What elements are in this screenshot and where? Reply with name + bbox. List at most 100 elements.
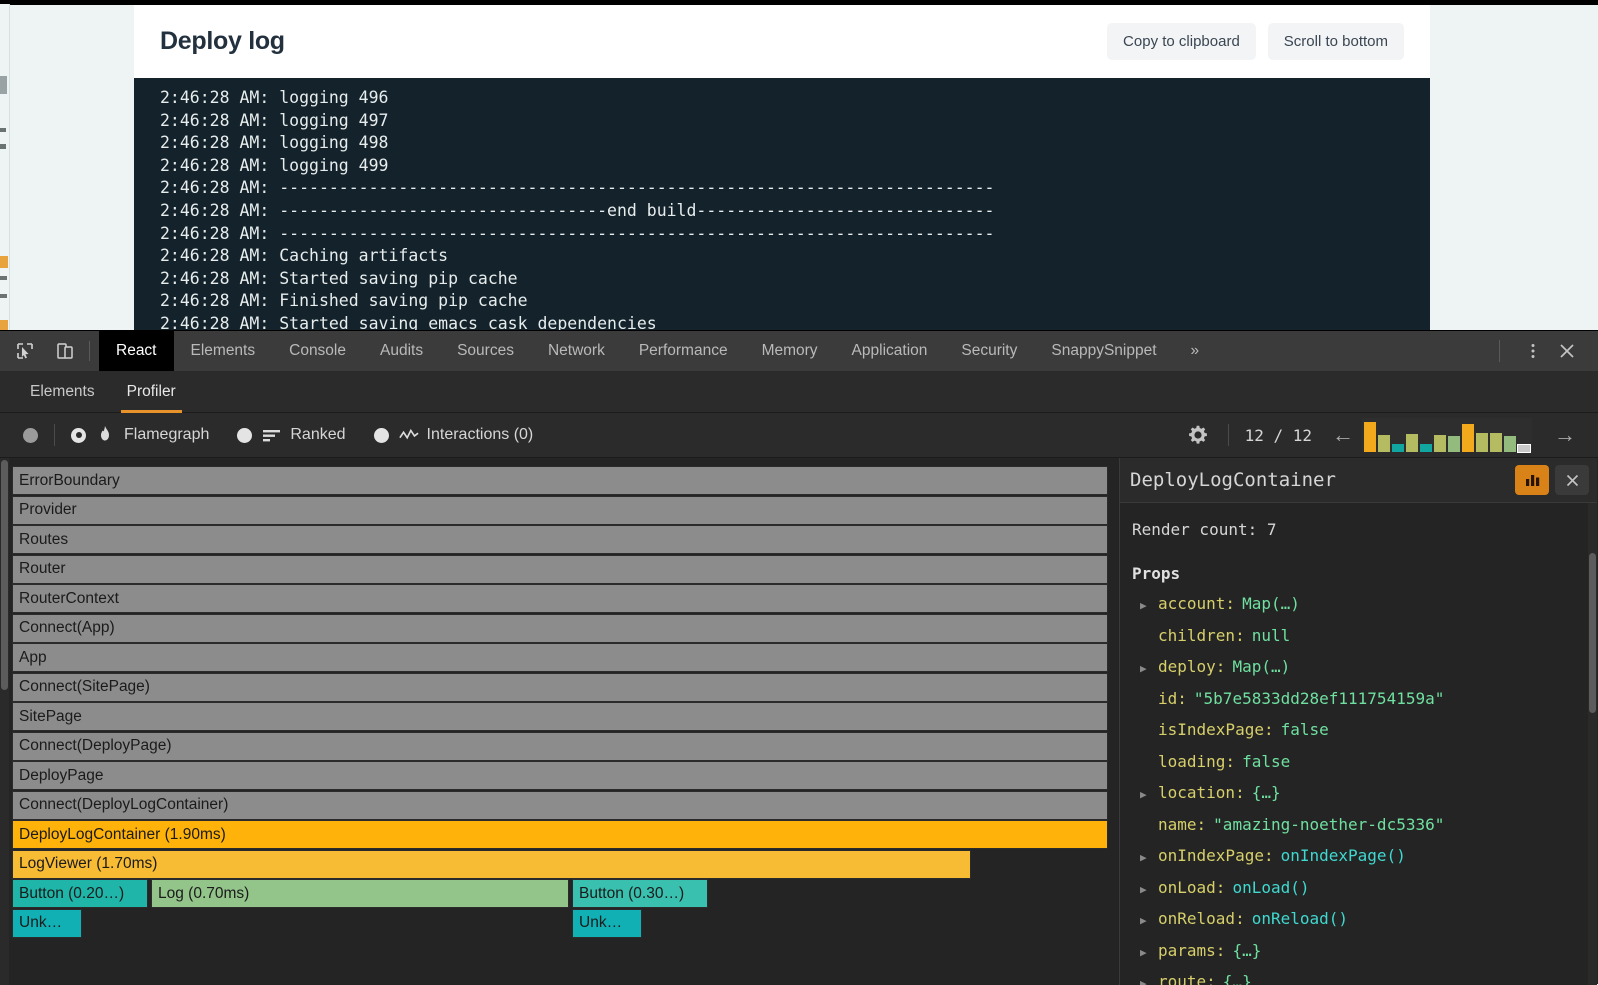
scroll-to-bottom-button[interactable]: Scroll to bottom bbox=[1268, 23, 1404, 60]
details-close-button[interactable] bbox=[1555, 465, 1589, 495]
devtools-tab-react[interactable]: React bbox=[99, 331, 174, 371]
next-snapshot-button[interactable]: → bbox=[1546, 424, 1584, 446]
flamegraph-node[interactable]: DeployPage bbox=[12, 761, 1108, 790]
chevron-right-icon[interactable]: ▶ bbox=[1140, 843, 1158, 873]
prop-key: location: bbox=[1158, 778, 1245, 808]
prop-row[interactable]: ▶location:{…} bbox=[1132, 778, 1597, 810]
page-title: Deploy log bbox=[160, 27, 285, 56]
snapshot-bar-11[interactable] bbox=[1504, 436, 1516, 452]
chevron-right-icon[interactable]: ▶ bbox=[1140, 875, 1158, 905]
mode-ranked[interactable]: Ranked bbox=[237, 426, 373, 444]
prop-row[interactable]: ▶account:Map(…) bbox=[1132, 589, 1597, 621]
devtools-tab-elements[interactable]: Elements bbox=[174, 331, 273, 371]
devtools-tab-memory[interactable]: Memory bbox=[745, 331, 835, 371]
prop-row[interactable]: ▶loading:false bbox=[1132, 747, 1597, 779]
react-tab-profiler[interactable]: Profiler bbox=[111, 373, 192, 412]
snapshot-bar-9[interactable] bbox=[1476, 433, 1488, 452]
device-toolbar-icon[interactable] bbox=[50, 336, 80, 366]
flamegraph-radio[interactable] bbox=[71, 428, 86, 443]
profiler-toolbar-right: 12 / 12 ← → bbox=[1184, 418, 1598, 452]
prop-row[interactable]: ▶deploy:Map(…) bbox=[1132, 652, 1597, 684]
tabbar-divider-right bbox=[1499, 340, 1500, 362]
prop-value: onIndexPage() bbox=[1281, 841, 1406, 871]
flamegraph-node[interactable]: Connect(App) bbox=[12, 614, 1108, 643]
close-devtools-icon[interactable] bbox=[1552, 336, 1582, 366]
prop-row[interactable]: ▶params:{…} bbox=[1132, 936, 1597, 968]
devtools-tab-snappysnippet[interactable]: SnappySnippet bbox=[1034, 331, 1173, 371]
prop-key: onIndexPage: bbox=[1158, 841, 1274, 871]
details-scrollbar[interactable] bbox=[1588, 503, 1597, 985]
inspect-element-icon[interactable] bbox=[10, 336, 40, 366]
prop-row[interactable]: ▶onIndexPage:onIndexPage() bbox=[1132, 841, 1597, 873]
record-button[interactable] bbox=[23, 428, 38, 443]
mode-interactions[interactable]: Interactions (0) bbox=[374, 426, 562, 444]
chevron-right-icon[interactable]: ▶ bbox=[1140, 906, 1158, 936]
flamegraph-node[interactable]: Connect(DeployPage) bbox=[12, 732, 1108, 761]
prop-row[interactable]: ▶children:null bbox=[1132, 621, 1597, 653]
prop-row[interactable]: ▶id:"5b7e5833dd28ef111754159a" bbox=[1132, 684, 1597, 716]
flamegraph-node[interactable]: Router bbox=[12, 555, 1108, 584]
props-heading: Props bbox=[1132, 559, 1597, 589]
devtools-tab-application[interactable]: Application bbox=[835, 331, 945, 371]
flamegraph-node[interactable]: ErrorBoundary bbox=[12, 466, 1108, 495]
snapshot-bar-4[interactable] bbox=[1406, 434, 1418, 452]
snapshot-bar-5[interactable] bbox=[1420, 444, 1432, 452]
chevron-right-icon[interactable]: ▶ bbox=[1140, 591, 1158, 621]
settings-gear-button[interactable] bbox=[1184, 421, 1212, 449]
devtools-tab-audits[interactable]: Audits bbox=[363, 331, 440, 371]
prev-snapshot-button[interactable]: ← bbox=[1324, 424, 1362, 446]
flamegraph-node[interactable]: RouterContext bbox=[12, 584, 1108, 613]
flamegraph-node[interactable]: Connect(SitePage) bbox=[12, 673, 1108, 702]
prop-row[interactable]: ▶onLoad:onLoad() bbox=[1132, 873, 1597, 905]
flamegraph-node[interactable]: Unk… bbox=[572, 909, 642, 938]
snapshot-bar-chart[interactable] bbox=[1362, 418, 1532, 452]
snapshot-bar-7[interactable] bbox=[1448, 436, 1460, 452]
chevron-right-icon[interactable]: ▶ bbox=[1140, 780, 1158, 810]
deploy-log-console[interactable]: 2:46:28 AM: logging 4962:46:28 AM: loggi… bbox=[134, 78, 1430, 330]
snapshot-bar-2[interactable] bbox=[1378, 435, 1390, 452]
selected-component-name: DeployLogContainer bbox=[1130, 469, 1336, 491]
prop-row[interactable]: ▶onReload:onReload() bbox=[1132, 904, 1597, 936]
flamegraph-node[interactable]: LogViewer (1.70ms) bbox=[12, 850, 971, 879]
chevron-right-icon[interactable]: ▶ bbox=[1140, 938, 1158, 968]
flamegraph-node[interactable]: Log (0.70ms) bbox=[151, 879, 569, 908]
chevron-right-icon[interactable]: ▶ bbox=[1140, 969, 1158, 985]
flamegraph-node[interactable]: DeployLogContainer (1.90ms) bbox=[12, 820, 1108, 849]
flamegraph-pane[interactable]: ErrorBoundaryProviderRoutesRouterRouterC… bbox=[0, 458, 1120, 985]
details-scrollbar-thumb[interactable] bbox=[1589, 553, 1596, 713]
react-tab-elements[interactable]: Elements bbox=[14, 373, 111, 412]
flamegraph-node[interactable]: Unk… bbox=[12, 909, 82, 938]
snapshot-bar-1[interactable] bbox=[1364, 422, 1376, 452]
flamegraph-node[interactable]: App bbox=[12, 643, 1108, 672]
devtools-tab-console[interactable]: Console bbox=[272, 331, 363, 371]
prop-row[interactable]: ▶route:{…} bbox=[1132, 967, 1597, 985]
devtools-tab-network[interactable]: Network bbox=[531, 331, 622, 371]
snapshot-bar-12[interactable] bbox=[1518, 445, 1530, 452]
flamegraph-node[interactable]: Button (0.20…) bbox=[12, 879, 148, 908]
flamegraph-scrollbar[interactable] bbox=[0, 458, 9, 985]
flamegraph-node[interactable]: Provider bbox=[12, 496, 1108, 525]
devtools-tab-security[interactable]: Security bbox=[944, 331, 1034, 371]
chevron-right-icon[interactable]: ▶ bbox=[1140, 654, 1158, 684]
prop-row[interactable]: ▶isIndexPage:false bbox=[1132, 715, 1597, 747]
component-chart-toggle-button[interactable] bbox=[1515, 465, 1549, 495]
sidebar-fleck bbox=[0, 76, 7, 94]
prop-row[interactable]: ▶name:"amazing-noether-dc5336" bbox=[1132, 810, 1597, 842]
flamegraph-node[interactable]: Connect(DeployLogContainer) bbox=[12, 791, 1108, 820]
flamegraph-node[interactable]: Routes bbox=[12, 525, 1108, 554]
devtools-tab-sources[interactable]: Sources bbox=[440, 331, 531, 371]
interactions-radio[interactable] bbox=[374, 428, 389, 443]
flamegraph-node[interactable]: Button (0.30…) bbox=[572, 879, 708, 908]
mode-flamegraph[interactable]: Flamegraph bbox=[71, 425, 237, 445]
flamegraph-scrollbar-thumb[interactable] bbox=[1, 460, 8, 690]
ranked-radio[interactable] bbox=[237, 428, 252, 443]
snapshot-bar-8[interactable] bbox=[1462, 424, 1474, 452]
flamegraph-node[interactable]: SitePage bbox=[12, 702, 1108, 731]
snapshot-bar-3[interactable] bbox=[1392, 444, 1404, 452]
snapshot-bar-10[interactable] bbox=[1490, 433, 1502, 452]
devtools-more-tabs-button[interactable]: » bbox=[1174, 331, 1217, 371]
copy-to-clipboard-button[interactable]: Copy to clipboard bbox=[1107, 23, 1256, 60]
kebab-menu-icon[interactable] bbox=[1518, 336, 1548, 366]
devtools-tab-performance[interactable]: Performance bbox=[622, 331, 745, 371]
snapshot-bar-6[interactable] bbox=[1434, 435, 1446, 452]
